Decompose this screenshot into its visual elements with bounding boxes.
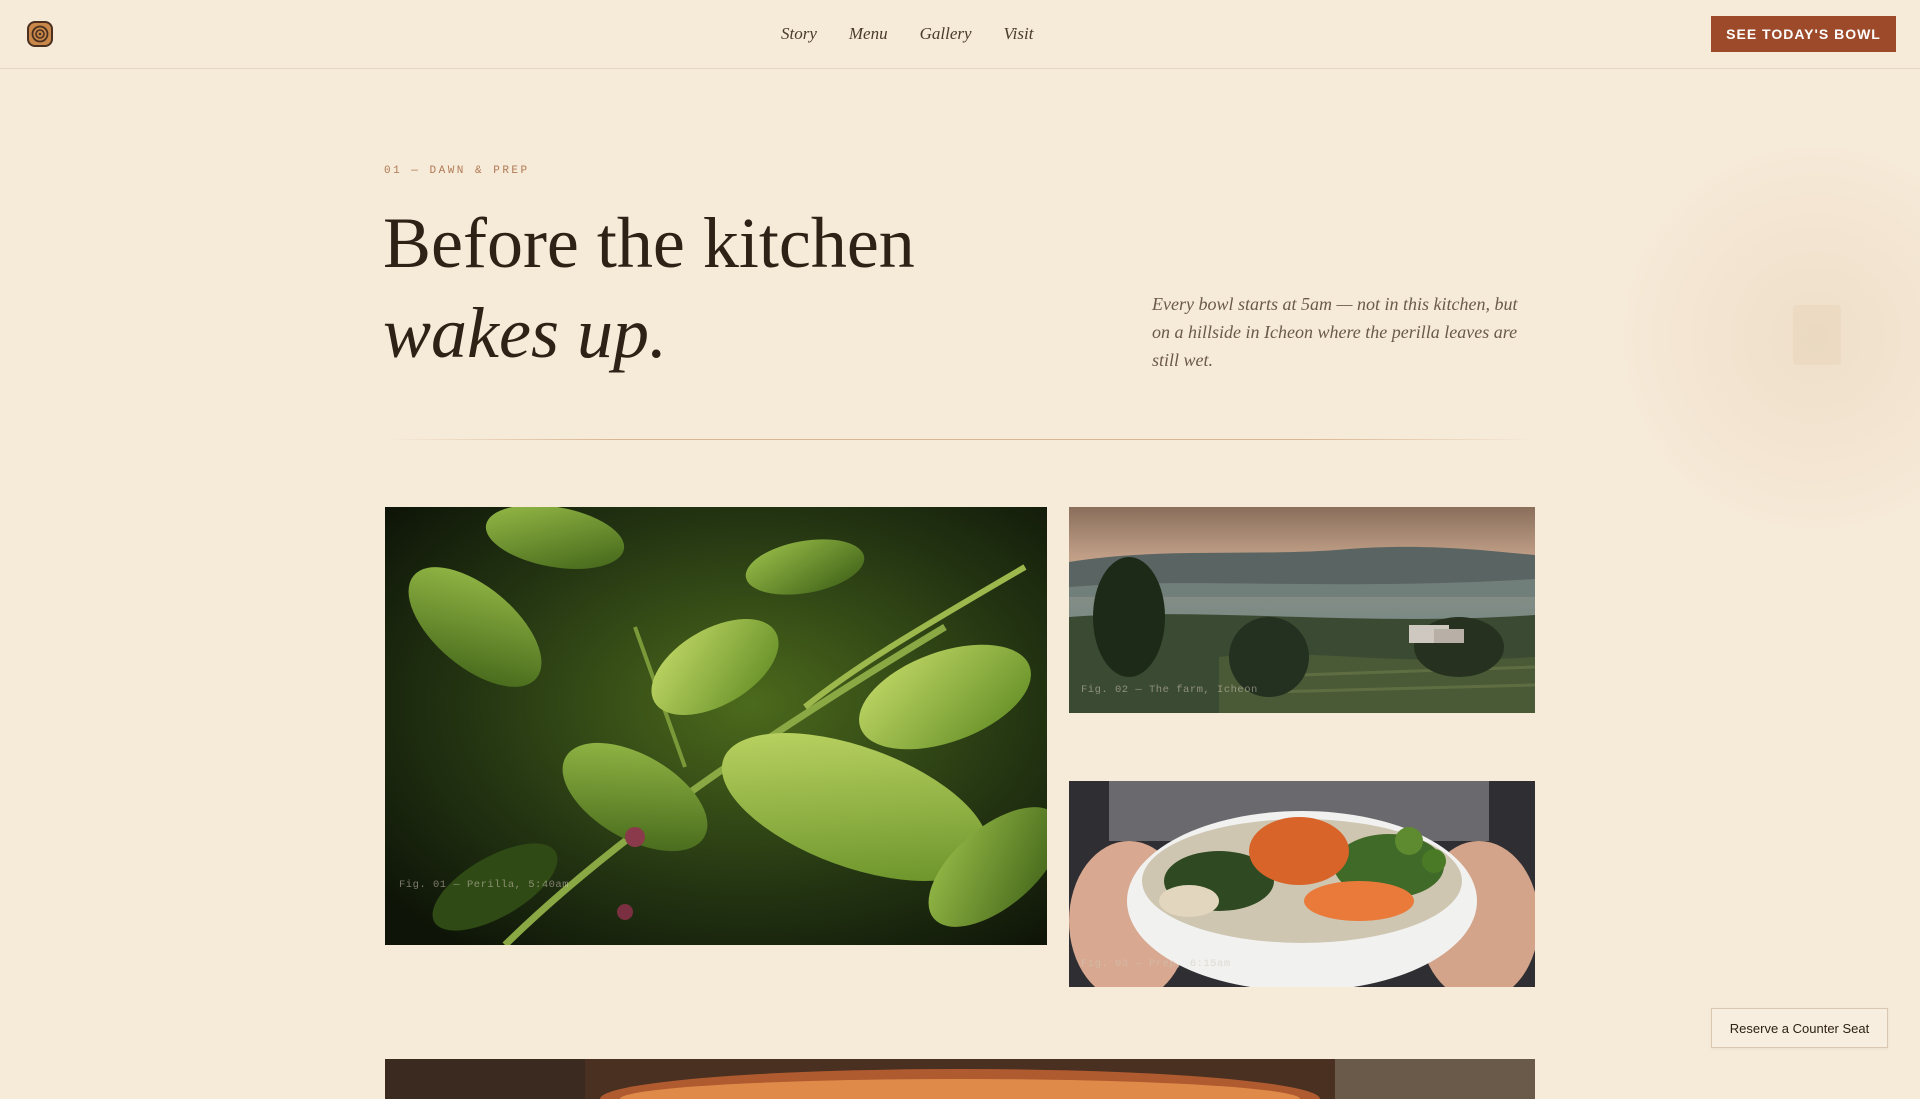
photo-caption: Fig. 01 — Perilla, 5:40am [399, 879, 570, 891]
headline-line-1: Before the kitchen [383, 203, 915, 283]
section-eyebrow: 01 — DAWN & PREP [384, 165, 530, 177]
nav-link-gallery[interactable]: Gallery [920, 22, 972, 46]
nav-link-story[interactable]: Story [781, 22, 817, 46]
photo-prepared-bowl: Fig. 03 — Prep, 6:15am [1069, 781, 1535, 987]
bowl-swirl-icon[interactable] [27, 21, 53, 47]
hero-intro-text: Every bowl starts at 5am — not in this k… [1152, 294, 1518, 370]
top-navigation-bar: Story Menu Gallery Visit SEE TODAY'S BOW… [0, 0, 1920, 69]
decorative-shape [1793, 305, 1841, 365]
nav-link-menu[interactable]: Menu [849, 22, 888, 46]
photo-caption: Fig. 03 — Prep, 6:15am [1081, 958, 1231, 970]
decorative-bowl-watermark [1615, 138, 1920, 538]
reserve-counter-seat-button[interactable]: Reserve a Counter Seat [1711, 1008, 1888, 1048]
see-todays-bowl-button[interactable]: SEE TODAY'S BOWL [1711, 16, 1896, 52]
photo-farm-landscape: Fig. 02 — The farm, Icheon [1069, 507, 1535, 713]
main-nav: Story Menu Gallery Visit [781, 22, 1033, 46]
photo-caption: Fig. 02 — The farm, Icheon [1081, 684, 1258, 696]
photo-next-section [385, 1059, 1535, 1099]
nav-link-visit[interactable]: Visit [1004, 22, 1034, 46]
headline-line-2: wakes up. [383, 293, 667, 373]
photo-perilla-leaves: Fig. 01 — Perilla, 5:40am [385, 507, 1047, 945]
hero-headline: Before the kitchen wakes up. [383, 198, 915, 378]
section-divider [384, 439, 1536, 440]
